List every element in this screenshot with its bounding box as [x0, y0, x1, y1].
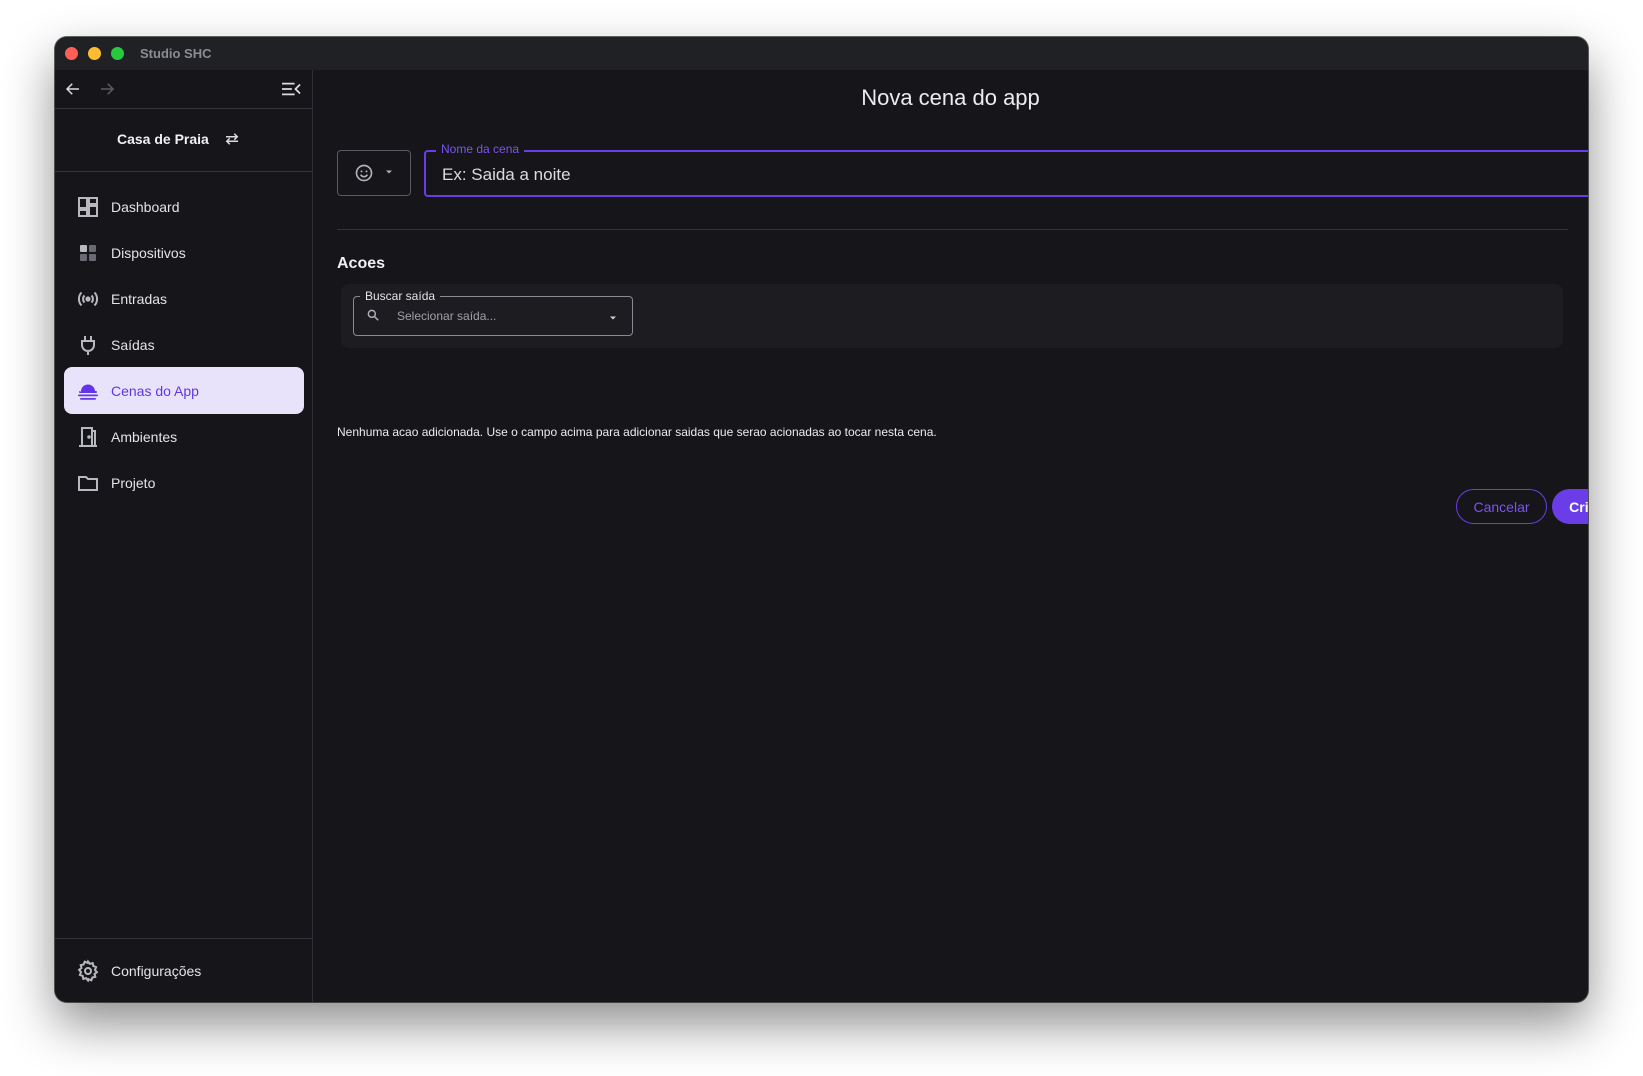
- folder-icon: [78, 476, 98, 491]
- project-name: Casa de Praia: [117, 131, 209, 147]
- app-window: Studio SHC Casa de Praia Dashboard Dispo…: [55, 37, 1588, 1002]
- sidebar-item-cenas-do-app[interactable]: Cenas do App: [64, 367, 304, 414]
- minimize-window-button[interactable]: [88, 47, 101, 60]
- chevron-down-icon: [386, 170, 392, 174]
- scene-name-field: Nome da cena: [424, 142, 1588, 197]
- back-button[interactable]: [61, 77, 85, 101]
- zoom-window-button[interactable]: [111, 47, 124, 60]
- page-title: Nova cena do app: [861, 85, 1040, 110]
- dashboard-icon: [78, 197, 98, 217]
- sidebar-item-label: Dispositivos: [111, 244, 186, 261]
- title-bar: Studio SHC: [55, 37, 1588, 70]
- sidebar-item-label: Configurações: [111, 962, 202, 979]
- divider: [337, 229, 1568, 230]
- arrow-right-icon: [101, 83, 115, 95]
- collapse-sidebar-button[interactable]: [279, 77, 303, 101]
- output-search-placeholder: Selecionar saída...: [397, 309, 497, 323]
- emoji-picker-button[interactable]: [337, 150, 411, 196]
- create-button[interactable]: Criar: [1552, 489, 1588, 524]
- gear-icon: [77, 959, 99, 983]
- sidebar-item-label: Projeto: [111, 474, 156, 491]
- window-title: Studio SHC: [140, 46, 212, 61]
- scene-name-input[interactable]: [440, 162, 1588, 188]
- output-search-select[interactable]: Buscar saída Selecionar saída...: [353, 289, 633, 336]
- sidebar-item-label: Cenas do App: [111, 382, 199, 399]
- main-content: Nova cena do app Nome da cena Acoes Busc…: [313, 70, 1588, 1002]
- sidebar: Casa de Praia Dashboard Dispositivos Ent…: [55, 70, 313, 1002]
- project-switcher[interactable]: Casa de Praia: [55, 109, 312, 172]
- sidebar-item-dispositivos[interactable]: Dispositivos: [64, 229, 304, 276]
- actions-panel: Buscar saída Selecionar saída...: [341, 284, 1563, 348]
- sidebar-footer: Configurações: [55, 938, 312, 1002]
- sidebar-item-ambientes[interactable]: Ambientes: [64, 413, 304, 460]
- sidebar-item-label: Entradas: [111, 290, 168, 307]
- broadcast-icon: [77, 291, 99, 307]
- empty-actions-message: Nenhuma acao adicionada. Use o campo aci…: [337, 425, 937, 439]
- sidebar-item-saidas[interactable]: Saídas: [64, 321, 304, 368]
- scene-name-label: Nome da cena: [436, 142, 525, 156]
- sidebar-item-label: Dashboard: [111, 198, 180, 215]
- cancel-button[interactable]: Cancelar: [1456, 489, 1547, 524]
- forward-button[interactable]: [95, 77, 119, 101]
- sidebar-item-entradas[interactable]: Entradas: [64, 275, 304, 322]
- scene-cloud-icon: [78, 384, 98, 400]
- menu-collapse-icon: [282, 82, 301, 96]
- swap-icon[interactable]: [223, 130, 241, 148]
- sidebar-item-label: Ambientes: [111, 428, 178, 445]
- devices-icon: [80, 245, 96, 261]
- sidebar-item-projeto[interactable]: Projeto: [64, 459, 304, 506]
- door-icon: [79, 427, 97, 447]
- sidebar-item-label: Saídas: [111, 336, 155, 353]
- search-icon: [367, 309, 379, 321]
- nav-bar: [55, 70, 312, 109]
- output-search-label: Buscar saída: [360, 289, 441, 303]
- sidebar-item-dashboard[interactable]: Dashboard: [64, 183, 304, 230]
- close-window-button[interactable]: [65, 47, 78, 60]
- sidebar-item-configuracoes[interactable]: Configurações: [64, 947, 304, 994]
- actions-section-title: Acoes: [337, 255, 386, 272]
- plug-icon: [81, 336, 95, 355]
- smiley-icon: [355, 164, 373, 182]
- chevron-down-icon: [610, 316, 616, 320]
- arrow-left-icon: [65, 83, 79, 95]
